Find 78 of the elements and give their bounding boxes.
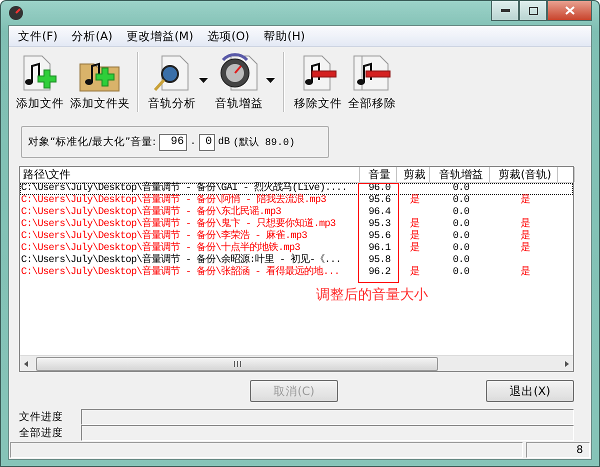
caret-icon[interactable] xyxy=(199,78,208,83)
annotation-text: 调整后的音量大小 xyxy=(316,286,428,304)
minimize-button[interactable] xyxy=(491,1,519,21)
menu-item[interactable]: 更改增益(M) xyxy=(119,28,200,44)
target-volume-label: 对象“标准化/最大化”音量: xyxy=(28,135,156,149)
path-cell-text: C:\Users\July\Desktop\音量调节 - 备份\东北民谣.mp3 xyxy=(21,208,282,218)
clip-cell: 是 xyxy=(410,219,420,230)
default-value-label: (默认 89.0) xyxy=(233,136,296,149)
column-header[interactable]: 剪裁(音轨) xyxy=(490,167,558,182)
column-header[interactable]: 剪裁 xyxy=(397,167,430,182)
app-icon xyxy=(8,5,24,21)
toolbar-button[interactable]: 音轨分析 xyxy=(145,50,199,113)
volume-cell-text: 96.2 xyxy=(367,268,392,278)
maximize-button[interactable] xyxy=(519,1,547,21)
clip-cell: 是 xyxy=(410,243,420,254)
volume-cell-text: 96.4 xyxy=(367,208,392,218)
path-cell-text: C:\Users\July\Desktop\音量调节 - 备份\张韶涵 - 看得最远的地... xyxy=(21,268,341,278)
menu-item[interactable]: 文件(F) xyxy=(11,28,65,44)
column-header[interactable]: 路径\文件 xyxy=(20,167,360,182)
gain-cell-text: 0.0 xyxy=(452,184,470,194)
file-row[interactable]: C:\Users\July\Desktop\音量调节 - 备份\余昭源:叶里 - 初见-《... 95.8 0.0 xyxy=(20,255,573,267)
volume-cell-text: 96.1 xyxy=(367,244,392,254)
toolbar-button[interactable]: 音轨增益 xyxy=(212,50,266,113)
file-row[interactable]: C:\Users\July\Desktop\音量调节 - 备份\阿悄 - 陪我去流浪.mp3 95.6 是 0.0 是 xyxy=(20,195,573,207)
track-clip-cell: 是 xyxy=(520,243,530,254)
clip-cell: 是 xyxy=(410,195,420,206)
progress-label: 全部进度 xyxy=(19,426,64,440)
close-icon xyxy=(564,6,574,15)
file-count: 8 xyxy=(575,443,584,458)
progress-label: 文件进度 xyxy=(19,410,64,424)
path-cell-text: C:\Users\July\Desktop\音量调节 - 备份\李荣浩 - 麻雀.mp3 xyxy=(21,232,308,242)
file-row[interactable]: C:\Users\July\Desktop\音量调节 - 备份\张韶涵 - 看得最远的地... 96.2 是 0.0 是 xyxy=(20,267,573,279)
menu-item[interactable]: 分析(A) xyxy=(64,28,120,44)
path-cell-text: C:\Users\July\Desktop\音量调节 - 备份\余昭源:叶里 - 初见-《... xyxy=(21,256,342,266)
menu-item[interactable]: 选项(O) xyxy=(200,28,256,44)
toolbar-button[interactable]: 全部移除 xyxy=(345,50,399,113)
volume-cell-text: 95.8 xyxy=(367,256,392,266)
toolbar-button[interactable]: 添加文件夹 xyxy=(67,50,133,113)
toolbar-button[interactable]: 添加文件 xyxy=(13,50,67,113)
gain-cell-text: 0.0 xyxy=(452,232,470,242)
gain-cell-text: 0.0 xyxy=(452,196,470,206)
maximize-icon xyxy=(528,6,538,14)
file-row[interactable]: C:\Users\July\Desktop\音量调节 - 备份\鬼卞 - 只想要你知道.mp3 95.3 是 0.0 是 xyxy=(20,219,573,231)
gain-cell-text: 0.0 xyxy=(452,208,470,218)
close-button[interactable] xyxy=(547,1,592,21)
path-cell-text: C:\Users\July\Desktop\音量调节 - 备份\GAI - 烈火战马(Live).... xyxy=(21,184,348,194)
volume-cell-text: 95.6 xyxy=(367,232,392,242)
gain-cell-text: 0.0 xyxy=(452,220,470,230)
file-row[interactable]: C:\Users\July\Desktop\音量调节 - 备份\东北民谣.mp3 96.4 0.0 xyxy=(20,207,573,219)
unit-label: dB xyxy=(218,136,230,148)
track-clip-cell: 是 xyxy=(520,195,530,206)
path-cell-text: C:\Users\July\Desktop\音量调节 - 备份\鬼卞 - 只想要你知道.mp3 xyxy=(21,220,337,230)
file-row[interactable]: C:\Users\July\Desktop\音量调节 - 备份\十点半的地铁.mp3 96.1 是 0.0 是 xyxy=(20,243,573,255)
track-clip-cell: 是 xyxy=(520,231,530,242)
minimize-icon xyxy=(500,9,510,12)
gain-cell-text: 0.0 xyxy=(452,256,470,266)
path-cell-text: C:\Users\July\Desktop\音量调节 - 备份\十点半的地铁.mp3 xyxy=(21,244,300,254)
path-cell-text: C:\Users\July\Desktop\音量调节 - 备份\阿悄 - 陪我去流浪.mp3 xyxy=(21,196,328,206)
column-header[interactable]: 音轨增益 xyxy=(430,167,490,182)
track-clip-cell: 是 xyxy=(520,267,530,278)
track-clip-cell: 是 xyxy=(520,219,530,230)
exit-button[interactable]: 退出(X) xyxy=(486,380,574,402)
scrollbar-thumb[interactable] xyxy=(36,356,438,370)
toolbar-button[interactable]: 移除文件 xyxy=(291,50,345,113)
caret-icon[interactable] xyxy=(266,78,275,83)
clip-cell: 是 xyxy=(410,231,420,242)
grip-icon xyxy=(234,360,240,366)
file-row[interactable]: C:\Users\July\Desktop\音量调节 - 备份\李荣浩 - 麻雀.mp3 95.6 是 0.0 是 xyxy=(20,231,573,243)
gain-cell-text: 0.0 xyxy=(452,244,470,254)
volume-decimal-field[interactable]: 0 xyxy=(198,134,215,150)
column-header[interactable]: 音量 xyxy=(360,167,397,182)
volume-integer-field[interactable]: 96 xyxy=(158,134,187,150)
decimal-point: . xyxy=(190,136,196,148)
volume-cell-text: 95.6 xyxy=(367,196,392,206)
clip-cell: 是 xyxy=(410,267,420,278)
gain-cell-text: 0.0 xyxy=(452,268,470,278)
menu-item[interactable]: 帮助(H) xyxy=(256,28,312,44)
volume-cell-text: 95.3 xyxy=(367,220,392,230)
